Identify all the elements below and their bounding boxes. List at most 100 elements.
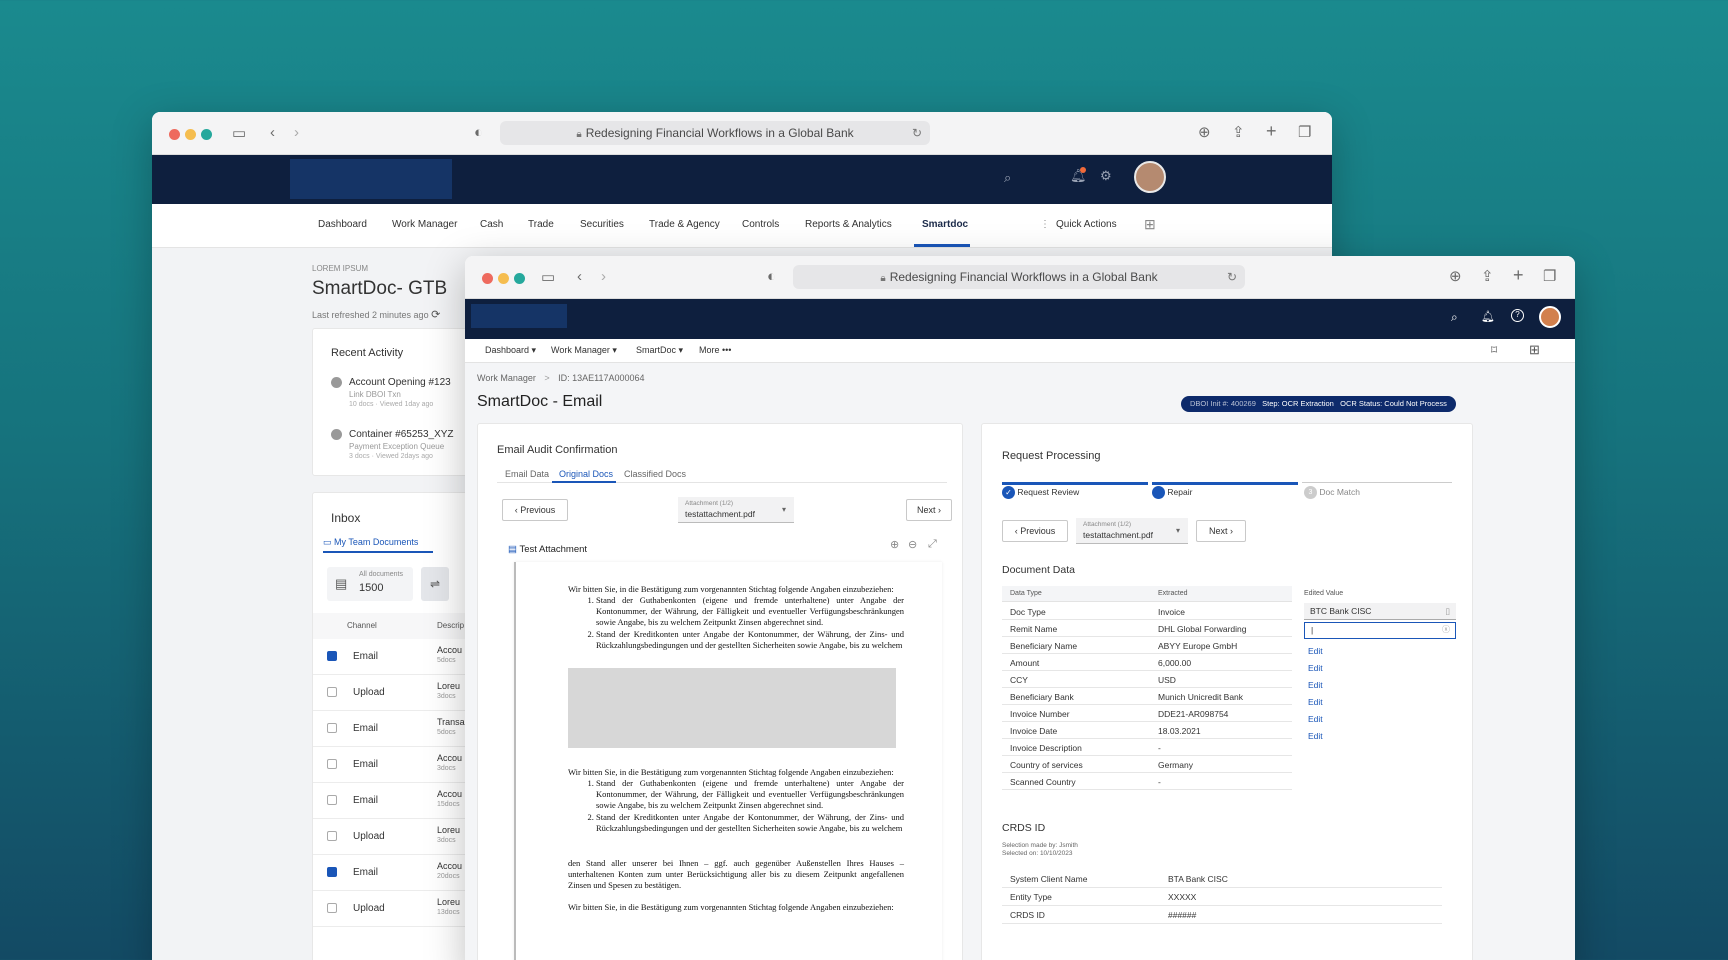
row-checkbox[interactable] (327, 795, 337, 805)
nav-reports[interactable]: Reports & Analytics (805, 219, 892, 230)
col-channel[interactable]: Channel (347, 621, 377, 630)
table-row[interactable]: Email Accou 20docs (313, 855, 473, 891)
grid-icon[interactable]: ⊞ (1529, 342, 1540, 358)
reload-icon[interactable]: ↻ (912, 121, 922, 145)
new-tab-icon[interactable]: + (1513, 266, 1524, 284)
edit-link[interactable]: Edit (1308, 697, 1323, 707)
step-repair[interactable]: Repair (1152, 486, 1192, 499)
share-icon[interactable]: ⇪ (1481, 269, 1494, 284)
edited-value-input[interactable]: | ⓧ (1304, 622, 1456, 639)
edit-link[interactable]: Edit (1308, 680, 1323, 690)
step-doc-match[interactable]: 3 Doc Match (1304, 486, 1360, 499)
nav-securities[interactable]: Securities (580, 219, 624, 230)
back-icon[interactable]: ‹ (270, 125, 275, 140)
table-row[interactable]: Email Accou 5docs (313, 639, 473, 675)
avatar[interactable] (1134, 161, 1166, 193)
nav-work-manager[interactable]: Work Manager (392, 219, 457, 230)
zoom-dot[interactable] (514, 273, 525, 284)
clear-icon[interactable]: ⓧ (1442, 623, 1450, 637)
close-dot[interactable] (169, 129, 180, 140)
avatar[interactable] (1539, 306, 1561, 328)
help-icon[interactable]: ? (1511, 309, 1524, 322)
search-icon[interactable]: ⌕ (1451, 310, 1458, 325)
table-row[interactable]: Email Transa 5docs (313, 711, 473, 747)
zoom-dot[interactable] (201, 129, 212, 140)
row-checkbox[interactable] (327, 831, 337, 841)
tab-classified-docs[interactable]: Classified Docs (624, 469, 686, 479)
sidebar-icon[interactable]: ▭ (232, 126, 246, 141)
tabs-overview-icon[interactable]: ❐ (1543, 269, 1556, 284)
share-icon[interactable]: ⇪ (1232, 125, 1245, 140)
nav-trade-agency[interactable]: Trade & Agency (649, 219, 720, 230)
attachment-select[interactable]: Attachment (1/2) testattachment.pdf ▾ (678, 497, 794, 523)
nav-smartdoc[interactable]: SmartDoc ▾ (636, 345, 683, 356)
reload-icon[interactable]: ↻ (1227, 265, 1237, 289)
table-row[interactable]: Upload Loreu 3docs (313, 819, 473, 855)
grid-icon[interactable]: ⊞ (1144, 216, 1156, 233)
nav-trade[interactable]: Trade (528, 219, 554, 230)
tab-my-team-documents[interactable]: ▭ My Team Documents (323, 537, 418, 548)
table-row[interactable]: Upload Loreu 3docs (313, 675, 473, 711)
back-icon[interactable]: ‹ (577, 269, 582, 284)
nav-work-manager[interactable]: Work Manager ▾ (551, 345, 617, 356)
previous-button[interactable]: ‹ Previous (1002, 520, 1068, 542)
zoom-out-icon[interactable]: ⊖ (908, 538, 917, 551)
refresh-icon[interactable]: ⟳ (431, 309, 440, 321)
row-checkbox[interactable] (327, 759, 337, 769)
shield-icon[interactable]: ◐ (767, 269, 776, 284)
all-documents-tile[interactable]: ▤ All documents 1500 (327, 567, 413, 601)
next-button[interactable]: Next › (1196, 520, 1246, 542)
zoom-in-icon[interactable]: ⊕ (890, 538, 899, 551)
search-icon[interactable]: ⌕ (1004, 170, 1011, 186)
nav-controls[interactable]: Controls (742, 219, 779, 230)
row-checkbox[interactable] (327, 867, 337, 877)
edit-link[interactable]: Edit (1308, 714, 1323, 724)
table-row[interactable]: Email Accou 3docs (313, 747, 473, 783)
nav-more[interactable]: More ••• (699, 345, 731, 355)
step-request-review[interactable]: ✓ Request Review (1002, 486, 1079, 499)
nav-dashboard[interactable]: Dashboard ▾ (485, 345, 536, 356)
minimize-dot[interactable] (185, 129, 196, 140)
row-checkbox[interactable] (327, 723, 337, 733)
gear-icon[interactable]: ⚙ (1100, 168, 1112, 184)
download-icon[interactable]: ⊕ (1198, 125, 1211, 140)
app-logo[interactable] (471, 304, 567, 328)
quick-actions[interactable]: Quick Actions (1056, 219, 1117, 230)
download-icon[interactable]: ⊕ (1449, 269, 1462, 284)
row-checkbox[interactable] (327, 687, 337, 697)
previous-button[interactable]: ‹ Previous (502, 499, 568, 521)
attachment-select[interactable]: Attachment (1/2) testattachment.pdf ▾ (1076, 518, 1188, 544)
table-row[interactable]: Upload Loreu 13docs (313, 891, 473, 927)
table-row[interactable]: Email Accou 15docs (313, 783, 473, 819)
kebab-icon[interactable]: ⋮ (1040, 219, 1050, 230)
row-checkbox[interactable] (327, 651, 337, 661)
breadcrumb-root[interactable]: Work Manager (477, 373, 536, 383)
filter-icon[interactable]: ⇌ (421, 567, 449, 601)
next-button[interactable]: Next › (906, 499, 952, 521)
edit-link[interactable]: Edit (1308, 731, 1323, 741)
col-description[interactable]: Descrip (437, 621, 464, 630)
address-bar[interactable]: 🔒︎ Redesigning Financial Workflows in a G… (793, 265, 1245, 289)
nav-smartdoc[interactable]: Smartdoc (922, 219, 968, 230)
nav-cash[interactable]: Cash (480, 219, 503, 230)
nav-dashboard[interactable]: Dashboard (318, 219, 367, 230)
address-bar[interactable]: 🔒︎ Redesigning Financial Workflows in a G… (500, 121, 930, 145)
app-logo[interactable] (290, 159, 452, 199)
close-dot[interactable] (482, 273, 493, 284)
tab-email-data[interactable]: Email Data (505, 469, 549, 479)
forward-icon[interactable]: › (601, 269, 606, 284)
clipboard-icon[interactable]: ▯ (1445, 603, 1450, 620)
expand-icon[interactable]: ⤢ (928, 538, 937, 551)
minimize-dot[interactable] (498, 273, 509, 284)
tab-original-docs[interactable]: Original Docs (559, 469, 613, 479)
row-checkbox[interactable] (327, 903, 337, 913)
tabs-overview-icon[interactable]: ❐ (1298, 125, 1311, 140)
bookmark-icon[interactable]: ⌑ (1491, 343, 1497, 357)
shield-icon[interactable]: ◐ (474, 125, 483, 140)
bell-icon[interactable]: 🔔︎ (1481, 310, 1495, 323)
new-tab-icon[interactable]: + (1266, 122, 1277, 140)
forward-icon[interactable]: › (294, 125, 299, 140)
sidebar-icon[interactable]: ▭ (541, 270, 555, 285)
edited-value-field[interactable]: BTC Bank CISC ▯ (1304, 603, 1456, 620)
document-preview[interactable]: Wir bitten Sie, in die Bestätigung zum v… (514, 562, 942, 960)
